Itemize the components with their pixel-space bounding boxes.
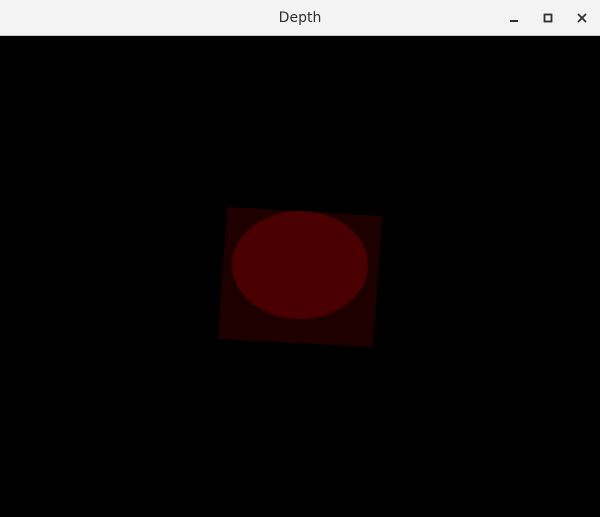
close-button[interactable] [570,6,594,30]
close-icon [577,13,587,23]
minimize-button[interactable] [502,6,526,30]
maximize-button[interactable] [536,6,560,30]
app-window: Depth [0,0,600,517]
minimize-icon [510,20,518,22]
depth-scene [218,207,382,347]
render-canvas[interactable] [0,36,600,517]
red-disc [232,211,368,319]
title-bar[interactable]: Depth [0,0,600,36]
maximize-icon [543,13,553,23]
